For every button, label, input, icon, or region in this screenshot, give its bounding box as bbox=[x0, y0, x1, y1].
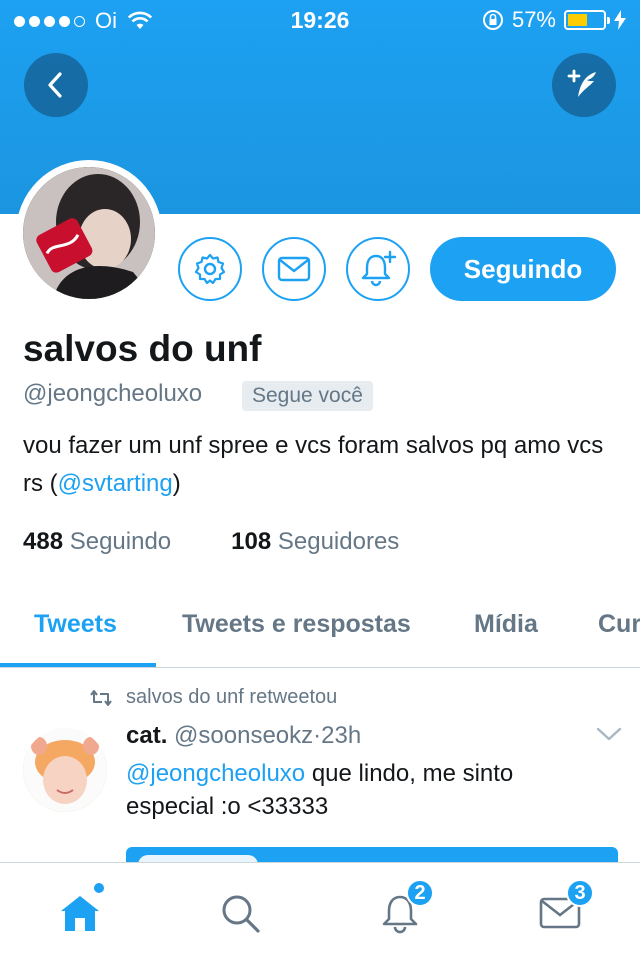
tab-tweets[interactable]: Tweets bbox=[34, 610, 117, 639]
nav-notifications[interactable]: 2 bbox=[370, 879, 434, 941]
followers-count: 108 bbox=[231, 528, 272, 555]
retweet-icon bbox=[90, 689, 112, 706]
profile-name: salvos do unf bbox=[23, 328, 262, 369]
profile-avatar[interactable] bbox=[23, 167, 155, 299]
tweet-header: cat. @soonseokz·23h bbox=[126, 722, 361, 750]
following-count: 488 bbox=[23, 528, 64, 555]
compose-tweet-button[interactable] bbox=[552, 53, 616, 117]
avatar-image bbox=[23, 167, 155, 299]
orientation-lock-icon bbox=[482, 10, 503, 30]
battery-group: 57% bbox=[482, 7, 626, 33]
tweet-mention-link[interactable]: @jeongcheoluxo bbox=[126, 760, 305, 787]
battery-percent: 57% bbox=[511, 7, 556, 32]
battery-level bbox=[568, 14, 588, 26]
home-icon bbox=[61, 896, 99, 931]
nav-home[interactable] bbox=[50, 883, 110, 941]
follows-you-badge: Segue você bbox=[242, 381, 373, 411]
followers-label: Seguidores bbox=[277, 528, 400, 555]
tab-likes[interactable]: Cur bbox=[598, 610, 640, 639]
tweet-meta-separator: · bbox=[313, 722, 322, 749]
tweet-menu-button[interactable] bbox=[596, 726, 622, 747]
followers-stat[interactable]: 108 Seguidores bbox=[231, 528, 399, 556]
following-button[interactable]: Seguindo bbox=[430, 237, 616, 301]
tweet-author-handle[interactable]: @soonseokz bbox=[174, 722, 313, 749]
active-tab-indicator bbox=[0, 663, 156, 667]
message-button[interactable] bbox=[262, 237, 326, 301]
bell-plus-icon bbox=[361, 250, 397, 287]
back-button[interactable] bbox=[24, 53, 88, 117]
tweet-time: 23h bbox=[321, 722, 362, 749]
following-label: Seguindo bbox=[69, 528, 172, 555]
tweet-avatar-image bbox=[23, 728, 107, 812]
profile-bio: vou fazer um unf spree e vcs foram salvo… bbox=[23, 427, 613, 503]
search-icon bbox=[222, 895, 260, 933]
battery-icon bbox=[564, 10, 610, 30]
profile-stats: 488 Seguindo 108 Seguidores bbox=[23, 528, 399, 556]
following-stat[interactable]: 488 Seguindo bbox=[23, 528, 171, 556]
tab-tweets-and-replies[interactable]: Tweets e respostas bbox=[182, 610, 411, 639]
retweet-context-text: salvos do unf retweetou bbox=[126, 686, 338, 708]
profile-tabs: Tweets Tweets e respostas Mídia Cur bbox=[0, 586, 640, 668]
charging-bolt-icon bbox=[614, 10, 626, 30]
bottom-tab-bar: 2 3 bbox=[0, 862, 640, 960]
retweet-context: salvos do unf retweetou bbox=[88, 686, 337, 709]
tweet-text: @jeongcheoluxo que lindo, me sinto espec… bbox=[126, 757, 606, 823]
compose-tweet-icon bbox=[567, 69, 596, 97]
notifications-toggle-button[interactable] bbox=[346, 237, 410, 301]
tweet-author-name[interactable]: cat. bbox=[126, 722, 167, 749]
messages-badge: 3 bbox=[566, 879, 594, 907]
gear-icon bbox=[194, 253, 226, 285]
notifications-badge: 2 bbox=[406, 879, 434, 907]
tab-media[interactable]: Mídia bbox=[474, 610, 538, 639]
settings-button[interactable] bbox=[178, 237, 242, 301]
nav-search[interactable] bbox=[210, 885, 270, 941]
envelope-icon bbox=[277, 256, 311, 282]
chevron-left-icon bbox=[48, 72, 62, 98]
tweet-author-avatar[interactable] bbox=[23, 728, 107, 812]
chevron-down-icon bbox=[596, 727, 622, 741]
profile-handle: @jeongcheoluxo bbox=[23, 380, 203, 407]
home-unread-dot bbox=[94, 883, 104, 893]
status-bar: Oi 19:26 57% bbox=[0, 0, 640, 40]
bio-mention-link[interactable]: @svtarting bbox=[58, 470, 173, 497]
bio-text-end: ) bbox=[172, 470, 181, 497]
nav-messages[interactable]: 3 bbox=[530, 879, 594, 941]
